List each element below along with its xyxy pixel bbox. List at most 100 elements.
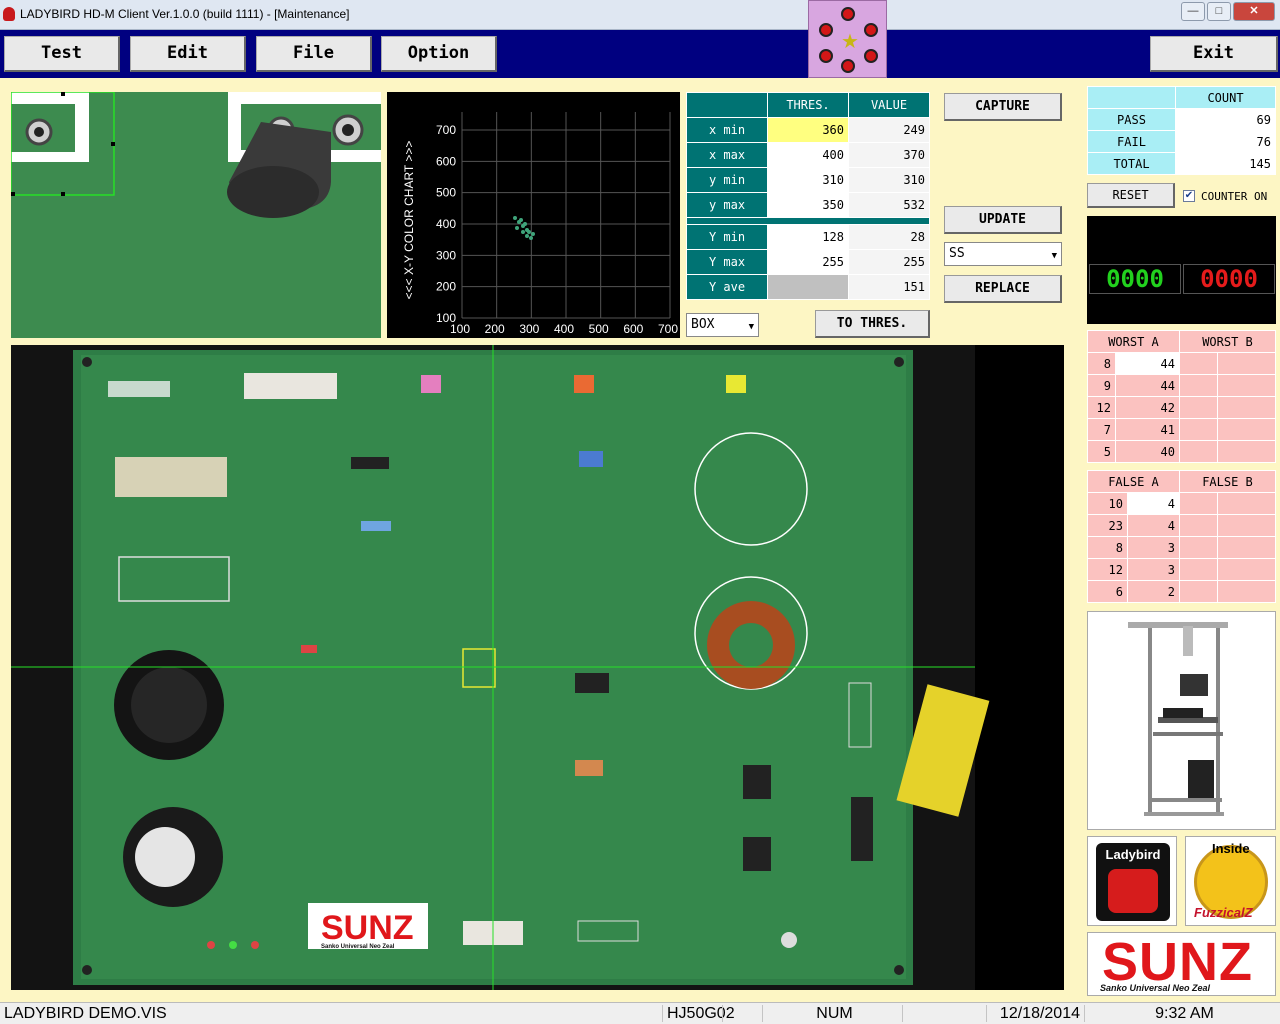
ladybug-icon [841, 7, 855, 21]
sunz-logo-subtitle: Sanko Universal Neo Zeal [1100, 983, 1211, 993]
false-a-value: 4 [1127, 514, 1180, 537]
replace-button[interactable]: REPLACE [944, 275, 1062, 303]
reset-button[interactable]: RESET [1087, 183, 1175, 208]
chart-y-tick: 500 [436, 186, 456, 200]
table-divider [686, 217, 930, 225]
worst-b-header: WORST B [1179, 330, 1276, 353]
chart-sample-point [523, 222, 527, 226]
chart-x-tick: 300 [519, 322, 539, 336]
table-row: 10 4 [1087, 492, 1276, 515]
status-blank-2 [902, 1005, 986, 1022]
false-a-id: 23 [1087, 514, 1128, 537]
ladybug-icon [819, 49, 833, 63]
chevron-down-icon: ▼ [1051, 251, 1057, 261]
threshold-row: Y ave 151 [686, 274, 930, 300]
thres-cell [767, 274, 849, 300]
worst-a-header: WORST A [1087, 330, 1180, 353]
board-camera-view[interactable]: SUNZ Sanko Universal Neo Zeal [11, 345, 1064, 990]
worst-a-id: 5 [1087, 440, 1116, 463]
led-green-display: 0000 [1089, 264, 1181, 294]
ladybird-logo: Ladybird [1087, 836, 1177, 926]
ladybug-icon [819, 23, 833, 37]
threshold-table: THRES. VALUE x min 360 249 x max 400 370… [686, 92, 930, 300]
worst-a-value: 44 [1115, 374, 1180, 397]
ladybug-icon [864, 49, 878, 63]
false-b-id [1179, 514, 1218, 537]
thres-cell[interactable]: 128 [767, 224, 849, 250]
false-b-value [1217, 558, 1276, 581]
ss-select[interactable]: SS ▼ [944, 242, 1062, 266]
thres-cell[interactable]: 360 [767, 117, 849, 143]
minimize-button[interactable]: — [1181, 2, 1205, 21]
worst-b-id [1179, 352, 1218, 375]
false-a-value: 3 [1127, 558, 1180, 581]
worst-a-id: 8 [1087, 352, 1116, 375]
table-row: 12 3 [1087, 558, 1276, 581]
thres-cell[interactable]: 400 [767, 142, 849, 168]
led-counter-panel: 0000 0000 [1087, 216, 1276, 324]
ss-select-value: SS [949, 246, 965, 261]
xy-color-chart-svg: <<< X-Y COLOR CHART >>> 100 200 300 400 500 6… [402, 112, 678, 336]
thres-cell[interactable]: 350 [767, 192, 849, 218]
false-b-id [1179, 580, 1218, 603]
option-button[interactable]: Option [381, 36, 497, 72]
worst-a-id: 9 [1087, 374, 1116, 397]
edit-button[interactable]: Edit [130, 36, 246, 72]
row-label: x max [686, 142, 768, 168]
table-row: 12 42 [1087, 396, 1276, 419]
chart-x-tick: 200 [485, 322, 505, 336]
count-table: COUNT PASS 69 FAIL 76 TOTAL 145 [1087, 86, 1276, 175]
false-a-id: 8 [1087, 536, 1128, 559]
worst-a-value: 41 [1115, 418, 1180, 441]
fuzzicalz-text: FuzzicalZ [1194, 905, 1253, 920]
worst-b-value [1217, 396, 1276, 419]
corner-cell [686, 92, 768, 118]
exit-button[interactable]: Exit [1150, 36, 1278, 72]
false-a-id: 12 [1087, 558, 1128, 581]
value-cell: 310 [848, 167, 930, 193]
threshold-row: Y max 255 255 [686, 249, 930, 275]
row-label: y min [686, 167, 768, 193]
capture-button[interactable]: CAPTURE [944, 93, 1062, 121]
status-num: NUM [762, 1005, 902, 1022]
inspection-machine-image [1087, 611, 1276, 830]
update-button[interactable]: UPDATE [944, 206, 1062, 234]
close-button[interactable]: ✕ [1233, 2, 1275, 21]
false-a-value: 3 [1127, 536, 1180, 559]
fuzzicalz-logo: Inside FuzzicalZ [1185, 836, 1276, 926]
worst-b-id [1179, 396, 1218, 419]
board-sunz-subtitle: Sanko Universal Neo Zeal [321, 944, 395, 950]
false-b-header: FALSE B [1179, 470, 1276, 493]
camera-detail-view[interactable] [11, 92, 381, 338]
xy-color-chart: <<< X-Y COLOR CHART >>> 100 200 300 400 500 6… [387, 92, 680, 338]
worst-b-value [1217, 418, 1276, 441]
fail-label: FAIL [1087, 130, 1176, 153]
thres-cell[interactable]: 310 [767, 167, 849, 193]
chart-sample-point [513, 216, 517, 220]
file-button[interactable]: File [256, 36, 372, 72]
false-b-id [1179, 536, 1218, 559]
chart-axis-label: <<< X-Y COLOR CHART >>> [402, 141, 416, 300]
counter-on-label: COUNTER ON [1201, 190, 1268, 203]
false-table: FALSE A FALSE B 10 4 23 4 8 3 12 3 6 2 [1087, 470, 1276, 603]
row-label: x min [686, 117, 768, 143]
to-thres-button[interactable]: TO THRES. [815, 310, 930, 338]
table-row: 9 44 [1087, 374, 1276, 397]
total-label: TOTAL [1087, 152, 1176, 175]
machine-drawing [1128, 622, 1228, 816]
counter-on-checkbox[interactable]: ✔ [1183, 190, 1195, 202]
false-a-id: 10 [1087, 492, 1128, 515]
app-icon [3, 7, 15, 21]
false-b-id [1179, 492, 1218, 515]
chart-x-tick: 400 [554, 322, 574, 336]
chart-sample-point [527, 230, 531, 234]
status-file: LADYBIRD DEMO.VIS [4, 1005, 167, 1022]
maximize-button[interactable]: □ [1207, 2, 1231, 21]
table-row: 5 40 [1087, 440, 1276, 463]
test-button[interactable]: Test [4, 36, 120, 72]
threshold-row: Y min 128 28 [686, 224, 930, 250]
ladybug-icon [864, 23, 878, 37]
box-select[interactable]: BOX ▼ [686, 313, 759, 337]
status-date: 12/18/2014 [986, 1005, 1084, 1022]
thres-cell[interactable]: 255 [767, 249, 849, 275]
